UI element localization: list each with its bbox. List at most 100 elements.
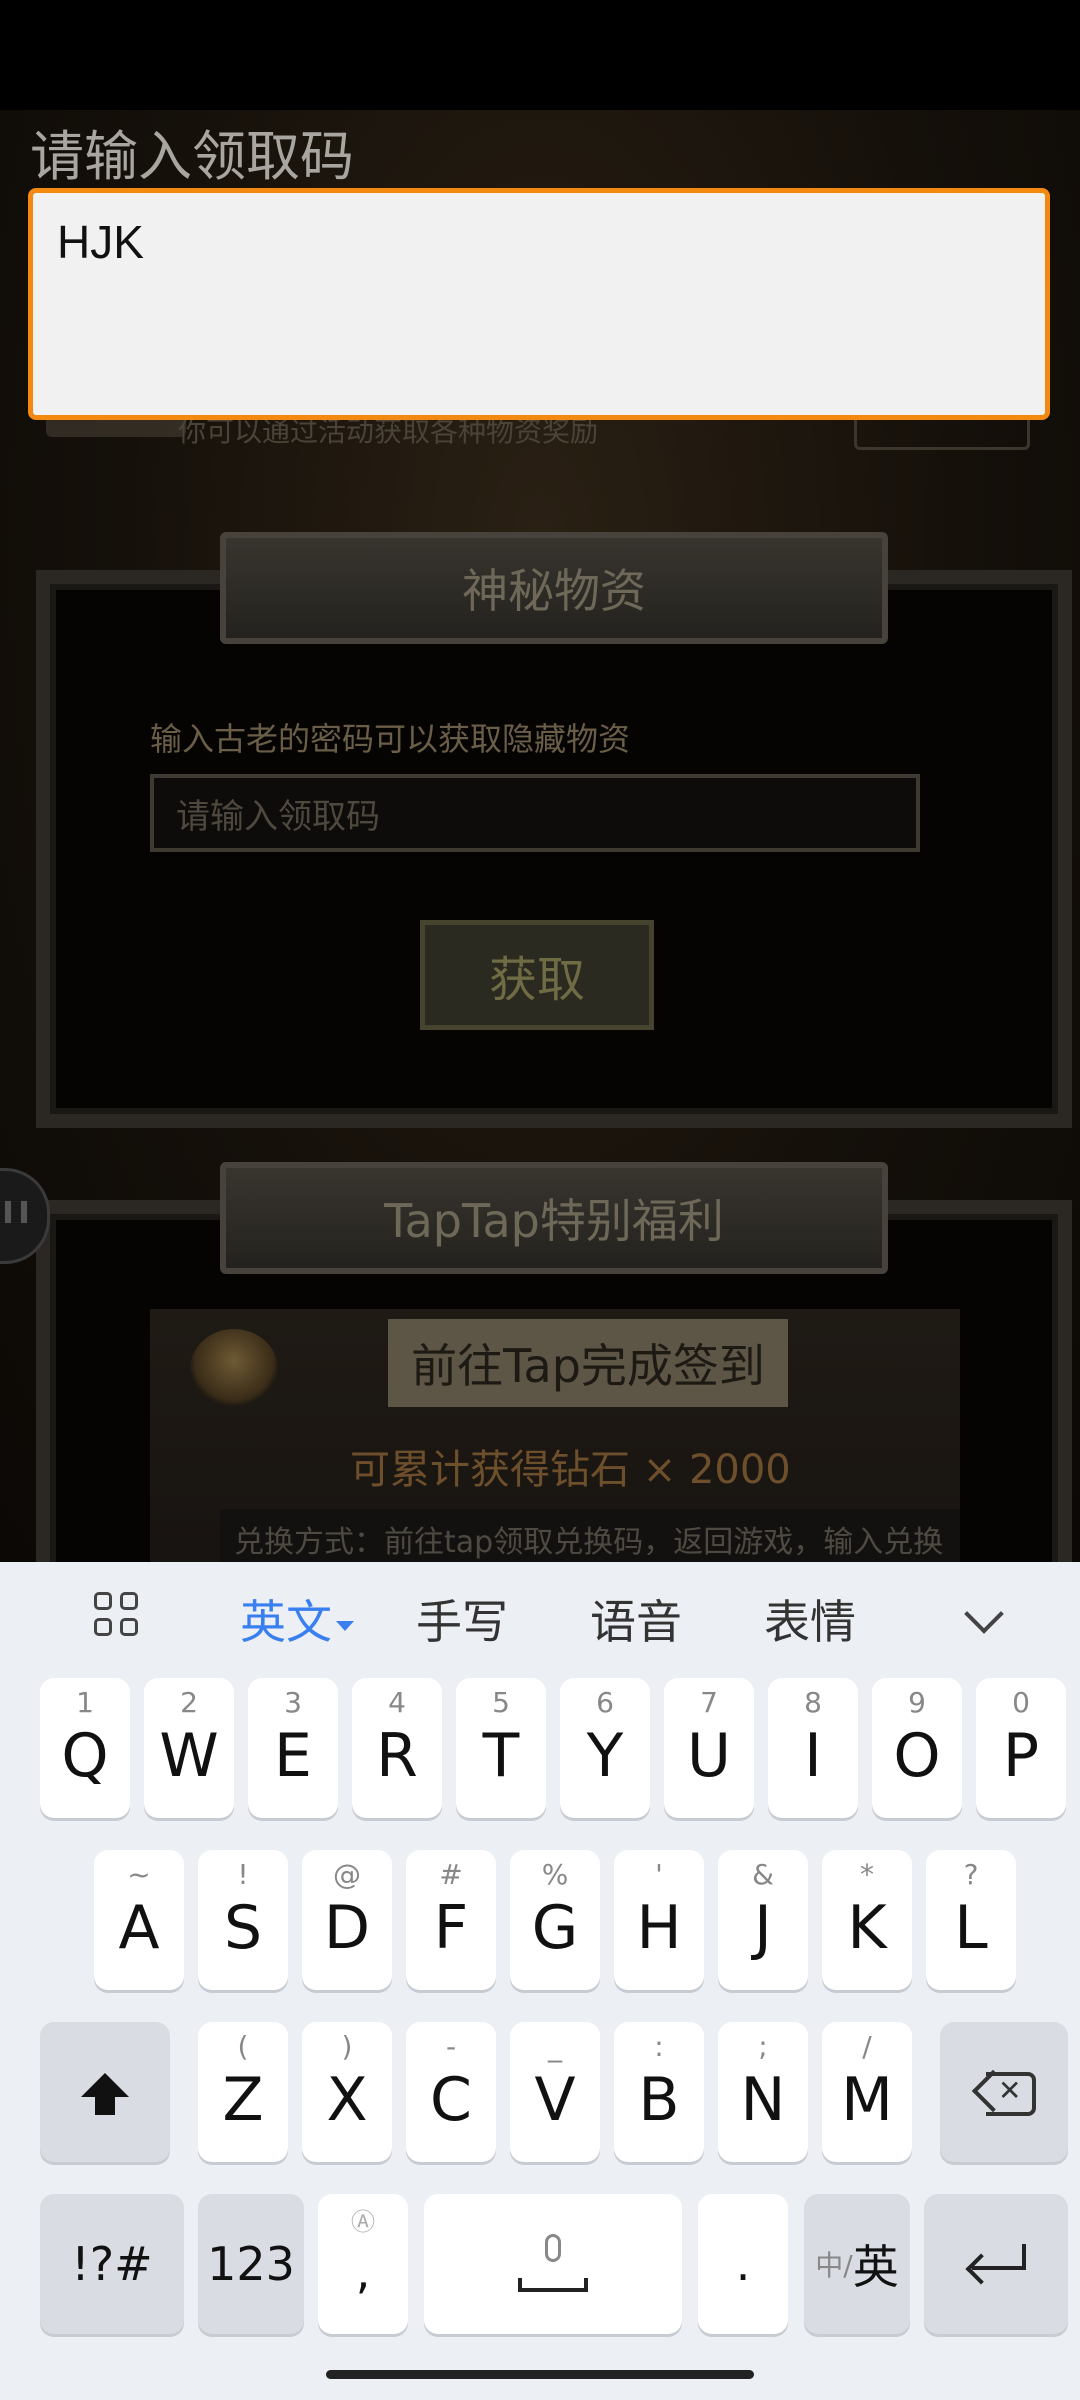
key-a-secondary: ~ <box>127 1858 151 1891</box>
language-switch-big: 英 <box>852 2240 899 2294</box>
backspace-icon <box>971 2069 1036 2116</box>
taptap-reward: 可累计获得钻石 × 2000 <box>350 1447 791 1493</box>
key-o-secondary: 9 <box>908 1686 926 1719</box>
key-q[interactable]: 1Q <box>40 1678 130 1818</box>
mystery-description: 输入古老的密码可以获取隐藏物资 <box>150 720 631 758</box>
key-c-secondary: - <box>445 2030 457 2063</box>
soft-keyboard: 英文 手写 语音 表情 1Q2W3E4R5T6Y7U8I9O0P ~ A! S @ D #… <box>0 1562 1080 2400</box>
period-key-label: . <box>735 2237 751 2291</box>
key-a-label: A <box>118 1893 160 1963</box>
key-x-label: X <box>326 2065 368 2135</box>
key-l[interactable]: ? L <box>926 1850 1016 1990</box>
key-b[interactable]: :B <box>614 2022 704 2162</box>
get-button[interactable]: 获取 <box>420 920 654 1030</box>
candle-icon <box>190 1329 278 1409</box>
key-w-secondary: 2 <box>180 1686 198 1719</box>
key-e-label: E <box>274 1721 312 1791</box>
key-m-label: M <box>841 2065 893 2135</box>
key-c-label: C <box>430 2065 472 2135</box>
key-c[interactable]: -C <box>406 2022 496 2162</box>
key-f-label: F <box>433 1893 469 1963</box>
mystery-code-input[interactable]: 请输入领取码 <box>150 774 920 852</box>
key-r[interactable]: 4R <box>352 1678 442 1818</box>
key-m[interactable]: / M <box>822 2022 912 2162</box>
comma-key[interactable]: Ⓐ , <box>318 2194 408 2334</box>
key-d[interactable]: @ D <box>302 1850 392 1990</box>
key-o-label: O <box>893 1721 941 1791</box>
status-bar <box>0 0 1080 110</box>
key-u[interactable]: 7U <box>664 1678 754 1818</box>
key-k-label: K <box>847 1893 887 1963</box>
key-h-label: H <box>636 1893 682 1963</box>
key-o[interactable]: 9O <box>872 1678 962 1818</box>
key-y[interactable]: 6Y <box>560 1678 650 1818</box>
key-s-label: S <box>223 1893 263 1963</box>
key-p-label: P <box>1002 1721 1040 1791</box>
redeem-code-input[interactable]: HJK <box>28 188 1050 420</box>
shift-key[interactable] <box>40 2022 170 2162</box>
key-n[interactable]: ; N <box>718 2022 808 2162</box>
period-key[interactable]: . <box>698 2194 788 2334</box>
backspace-key[interactable] <box>940 2022 1068 2162</box>
key-y-label: Y <box>586 1721 624 1791</box>
microphone-icon <box>518 2234 588 2294</box>
home-indicator[interactable] <box>326 2370 754 2379</box>
mystery-panel: 神秘物资 输入古老的密码可以获取隐藏物资 请输入领取码 获取 <box>36 532 1072 1128</box>
shift-icon <box>81 2073 129 2115</box>
key-d-label: D <box>323 1893 371 1963</box>
taptap-title: TapTap特别福利 <box>220 1162 888 1274</box>
tab-voice[interactable]: 语音 <box>590 1586 682 1652</box>
key-s[interactable]: ! S <box>198 1850 288 1990</box>
key-e[interactable]: 3E <box>248 1678 338 1818</box>
key-b-label: B <box>638 2065 680 2135</box>
numbers-key[interactable]: 123 <box>198 2194 304 2334</box>
key-k[interactable]: * K <box>822 1850 912 1990</box>
tab-emoji[interactable]: 表情 <box>764 1586 856 1652</box>
key-d-secondary: @ <box>333 1858 361 1891</box>
grid-icon[interactable] <box>94 1592 142 1640</box>
key-i[interactable]: 8I <box>768 1678 858 1818</box>
key-x-secondary: ) <box>341 2030 353 2063</box>
key-m-secondary: / <box>862 2030 872 2063</box>
key-v[interactable]: _ V <box>510 2022 600 2162</box>
key-z-secondary: ( <box>237 2030 249 2063</box>
key-f-secondary: # <box>439 1858 463 1891</box>
symbols-key[interactable]: !?# <box>40 2194 184 2334</box>
enter-key[interactable] <box>924 2194 1068 2334</box>
key-k-secondary: * <box>860 1858 874 1891</box>
key-g-label: G <box>531 1893 579 1963</box>
language-switch-key[interactable]: 中/英 <box>804 2194 910 2334</box>
key-t-label: T <box>482 1721 520 1791</box>
key-v-label: V <box>534 2065 576 2135</box>
key-g-secondary: % <box>541 1858 569 1891</box>
key-f[interactable]: # F <box>406 1850 496 1990</box>
key-g[interactable]: % G <box>510 1850 600 1990</box>
key-u-label: U <box>687 1721 731 1791</box>
key-b-secondary: : <box>654 2030 664 2063</box>
collapse-keyboard-icon[interactable] <box>964 1594 1004 1634</box>
comma-key-hint: Ⓐ <box>351 2208 375 2236</box>
key-l-label: L <box>954 1893 988 1963</box>
mystery-title: 神秘物资 <box>220 532 888 644</box>
key-w-label: W <box>159 1721 219 1791</box>
key-t[interactable]: 5T <box>456 1678 546 1818</box>
taptap-panel: TapTap特别福利 前往Tap完成签到 可累计获得钻石 × 2000 兑换方式… <box>36 1162 1072 1629</box>
tab-english-label: 英文 <box>240 1595 332 1649</box>
keyboard-toolbar: 英文 手写 语音 表情 <box>0 1562 1080 1672</box>
key-z-label: Z <box>222 2065 264 2135</box>
enter-icon <box>965 2244 1026 2285</box>
key-l-secondary: ? <box>963 1858 979 1891</box>
key-w[interactable]: 2W <box>144 1678 234 1818</box>
key-p[interactable]: 0P <box>976 1678 1066 1818</box>
key-x[interactable]: ) X <box>302 2022 392 2162</box>
tab-english[interactable]: 英文 <box>240 1586 354 1652</box>
symbols-key-label: !?# <box>71 2237 153 2291</box>
tab-handwriting[interactable]: 手写 <box>416 1586 508 1652</box>
space-key[interactable] <box>424 2194 682 2334</box>
key-z[interactable]: (Z <box>198 2022 288 2162</box>
key-j[interactable]: & J <box>718 1850 808 1990</box>
key-h[interactable]: ' H <box>614 1850 704 1990</box>
key-j-secondary: & <box>752 1858 774 1891</box>
taptap-banner[interactable]: 前往Tap完成签到 <box>388 1319 788 1407</box>
key-a[interactable]: ~ A <box>94 1850 184 1990</box>
